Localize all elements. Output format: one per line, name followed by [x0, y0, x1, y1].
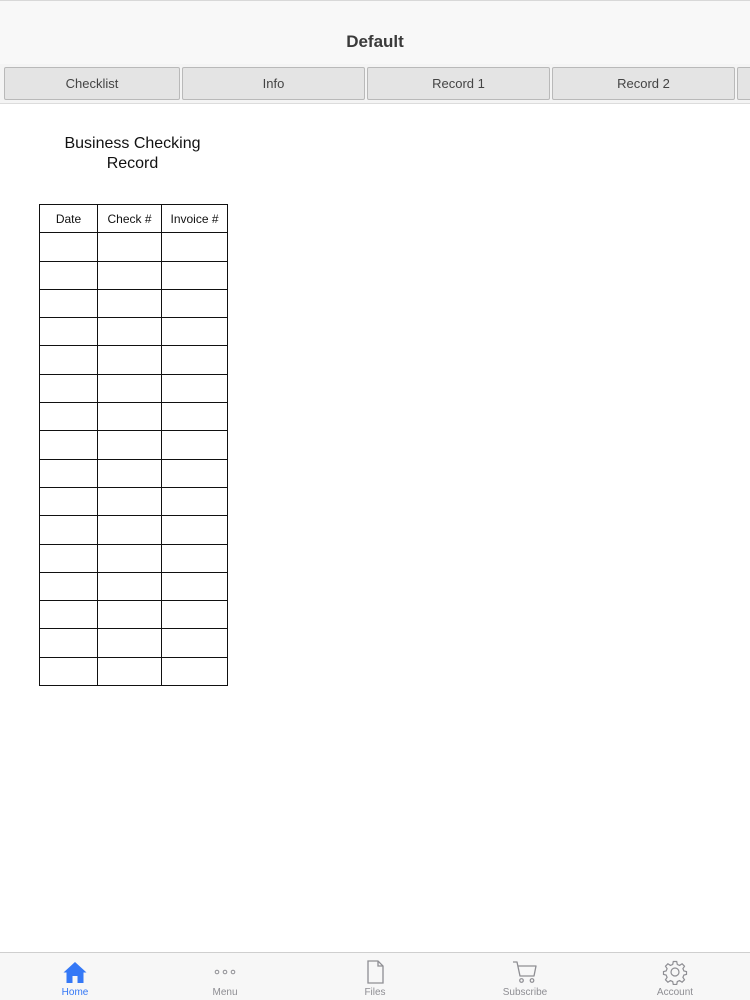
invoice-number-cell[interactable]: [161, 458, 228, 488]
date-cell[interactable]: [39, 458, 98, 488]
tabbar-account[interactable]: Account: [602, 953, 748, 1000]
cart-icon: [511, 958, 539, 986]
tabbar-subscribe[interactable]: Subscribe: [452, 953, 598, 1000]
column-header-invoice-number: Invoice #: [161, 203, 228, 234]
table-row: [39, 288, 228, 319]
tab-record-1[interactable]: Record 1: [367, 67, 550, 100]
check-number-cell[interactable]: [97, 571, 162, 602]
tab-checklist[interactable]: Checklist: [4, 67, 180, 100]
gear-icon: [661, 958, 689, 986]
check-number-cell[interactable]: [97, 656, 162, 687]
invoice-number-cell[interactable]: [161, 317, 228, 347]
invoice-number-cell[interactable]: [161, 543, 228, 573]
check-number-cell[interactable]: [97, 402, 162, 432]
tabbar-files[interactable]: Files: [302, 953, 448, 1000]
table-row: [39, 317, 228, 347]
date-cell[interactable]: [39, 656, 98, 687]
tab-overflow[interactable]: [737, 67, 750, 100]
invoice-number-cell[interactable]: [161, 345, 228, 375]
bottom-tab-bar: Home Menu Files Subscribe Account: [0, 952, 750, 1000]
table-row: [39, 373, 228, 404]
table-row: [39, 345, 228, 375]
table-row: [39, 600, 228, 630]
invoice-number-cell[interactable]: [161, 430, 228, 460]
date-cell[interactable]: [39, 628, 98, 658]
table-row: [39, 628, 228, 658]
check-number-cell[interactable]: [97, 345, 162, 375]
date-cell[interactable]: [39, 260, 98, 290]
check-number-cell[interactable]: [97, 628, 162, 658]
tab-info[interactable]: Info: [182, 67, 365, 100]
invoice-number-cell[interactable]: [161, 260, 228, 290]
tabbar-menu[interactable]: Menu: [152, 953, 298, 1000]
invoice-number-cell[interactable]: [161, 600, 228, 630]
table-row: [39, 232, 228, 262]
check-number-cell[interactable]: [97, 232, 162, 262]
check-number-cell[interactable]: [97, 600, 162, 630]
check-number-cell[interactable]: [97, 515, 162, 545]
tabbar-menu-label: Menu: [212, 987, 238, 998]
check-number-cell[interactable]: [97, 317, 162, 347]
table-row: [39, 458, 228, 488]
check-number-cell[interactable]: [97, 458, 162, 488]
table-row: [39, 486, 228, 517]
check-number-cell[interactable]: [97, 486, 162, 517]
invoice-number-cell[interactable]: [161, 656, 228, 687]
check-number-cell[interactable]: [97, 260, 162, 290]
invoice-number-cell[interactable]: [161, 373, 228, 404]
date-cell[interactable]: [39, 486, 98, 517]
check-number-cell[interactable]: [97, 543, 162, 573]
date-cell[interactable]: [39, 515, 98, 545]
table-header-row: Date Check # Invoice #: [39, 203, 228, 234]
table-body: [39, 232, 228, 687]
table-row: [39, 571, 228, 602]
invoice-number-cell[interactable]: [161, 515, 228, 545]
invoice-number-cell[interactable]: [161, 288, 228, 319]
date-cell[interactable]: [39, 600, 98, 630]
tab-record-2[interactable]: Record 2: [552, 67, 735, 100]
tabbar-account-label: Account: [656, 987, 694, 998]
more-icon: [211, 958, 239, 986]
table-row: [39, 515, 228, 545]
invoice-number-cell[interactable]: [161, 628, 228, 658]
tabbar-home[interactable]: Home: [2, 953, 148, 1000]
check-record-table: Date Check # Invoice #: [39, 203, 228, 687]
page-title: Default: [346, 31, 404, 51]
invoice-number-cell[interactable]: [161, 486, 228, 517]
table-row: [39, 260, 228, 290]
column-header-date: Date: [39, 203, 98, 234]
date-cell[interactable]: [39, 373, 98, 404]
check-number-cell[interactable]: [97, 430, 162, 460]
tabbar-home-label: Home: [61, 987, 89, 998]
invoice-number-cell[interactable]: [161, 232, 228, 262]
date-cell[interactable]: [39, 345, 98, 375]
table-row: [39, 430, 228, 460]
navigation-bar: Default: [0, 0, 750, 64]
date-cell[interactable]: [39, 402, 98, 432]
invoice-number-cell[interactable]: [161, 402, 228, 432]
table-row: [39, 402, 228, 432]
home-icon: [61, 958, 89, 986]
tab-strip: Checklist Info Record 1 Record 2: [0, 64, 750, 104]
date-cell[interactable]: [39, 317, 98, 347]
document-title: Business Checking Record: [64, 135, 201, 172]
date-cell[interactable]: [39, 430, 98, 460]
table-row: [39, 656, 228, 687]
check-number-cell[interactable]: [97, 288, 162, 319]
tabbar-subscribe-label: Subscribe: [502, 987, 548, 998]
table-row: [39, 543, 228, 573]
date-cell[interactable]: [39, 571, 98, 602]
invoice-number-cell[interactable]: [161, 571, 228, 602]
file-icon: [361, 958, 389, 986]
date-cell[interactable]: [39, 288, 98, 319]
date-cell[interactable]: [39, 543, 98, 573]
column-header-check-number: Check #: [97, 203, 162, 234]
date-cell[interactable]: [39, 232, 98, 262]
check-number-cell[interactable]: [97, 373, 162, 404]
tabbar-files-label: Files: [364, 987, 386, 998]
